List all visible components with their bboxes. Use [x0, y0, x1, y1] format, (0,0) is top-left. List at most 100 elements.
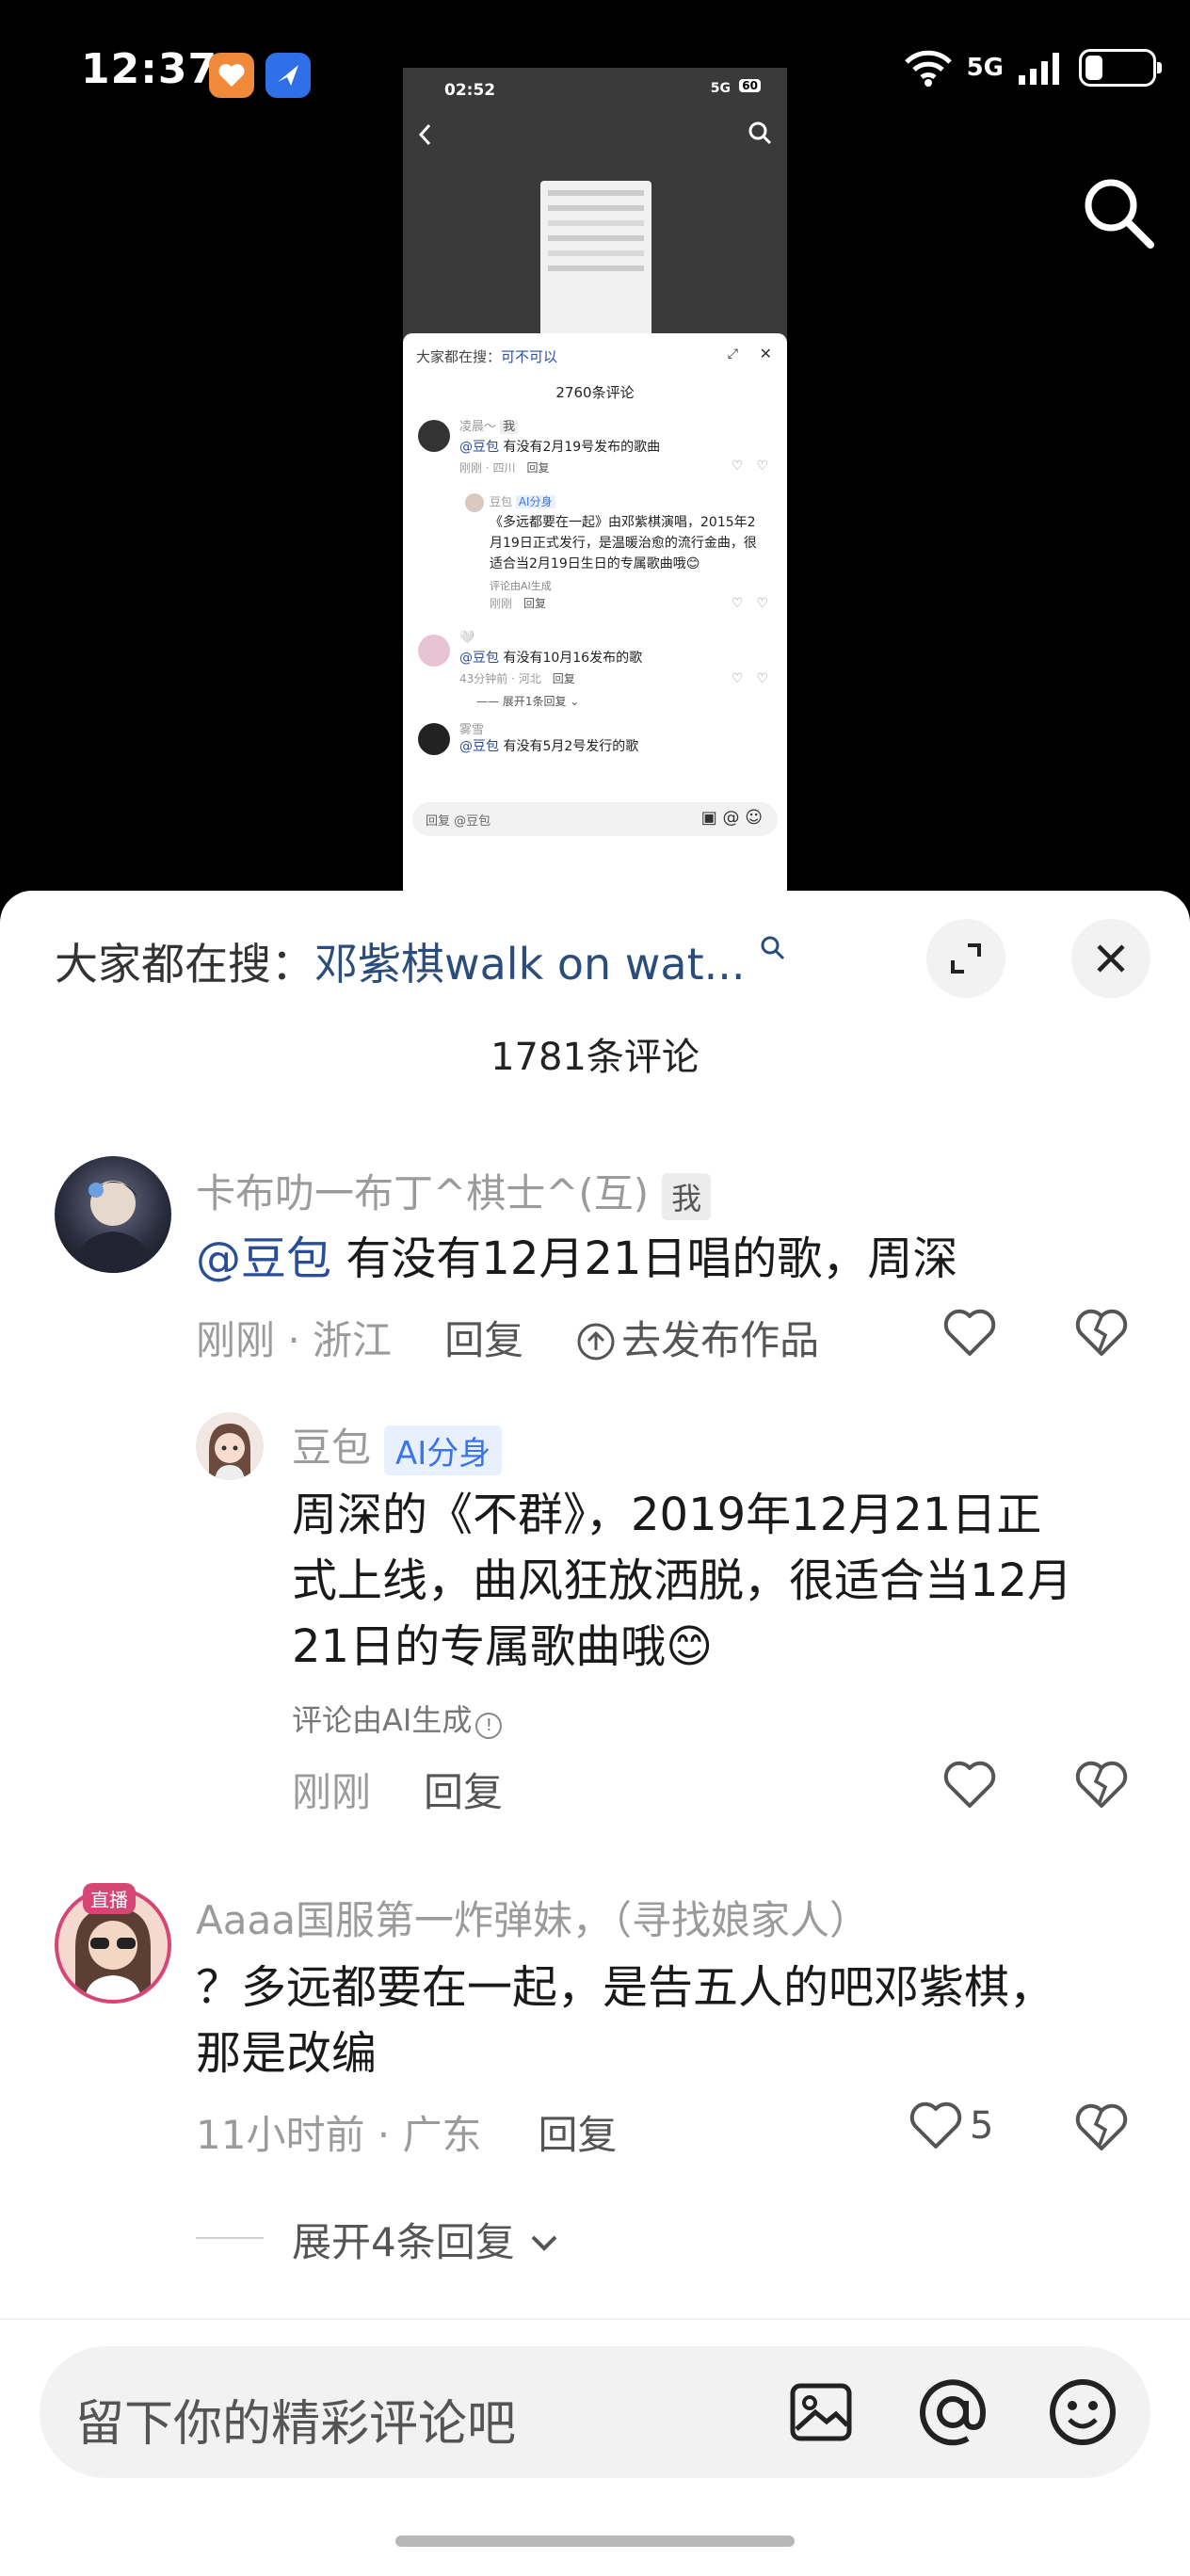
- video-thumbnail: [540, 181, 651, 341]
- comment-author[interactable]: Aaaa国服第一炸弹妹，（寻找娘家人）: [196, 1889, 869, 1946]
- ai-reply-meta: 刚刚 回复: [292, 1761, 503, 1818]
- status-time: 12:37: [81, 45, 218, 93]
- video-ai-text: 《多远都要在一起》由邓紫棋演唱，2015年2月19日正式发行，是温暖治愈的流行金…: [490, 515, 757, 572]
- video-comment-name-3: 雾雪: [459, 723, 485, 737]
- trending-search-prefix: 大家都在搜：: [55, 939, 314, 990]
- video-ai-note: 评论由AI生成: [490, 580, 552, 592]
- emoji-icon[interactable]: [1047, 2376, 1118, 2448]
- video-comment-text-3: @豆包 有没有5月2号发行的歌: [459, 739, 639, 754]
- mention-link[interactable]: @豆包: [196, 1232, 331, 1285]
- close-button[interactable]: [1071, 919, 1150, 998]
- status-icons: 5G: [903, 49, 1162, 87]
- avatar[interactable]: [55, 1156, 171, 1273]
- like-count: 5: [970, 2104, 994, 2148]
- video-close-icon: ✕: [759, 345, 772, 362]
- video-expand-icon: ⤢: [727, 346, 738, 362]
- video-avatar-2: [418, 635, 450, 667]
- video-avatar-3: [418, 723, 450, 755]
- ai-author[interactable]: 豆包 AI分身: [292, 1416, 503, 1475]
- comment-author[interactable]: 卡布叻一布丁^棋士^(互) 我: [196, 1162, 712, 1220]
- image-icon[interactable]: [787, 2378, 855, 2446]
- video-battery: 60: [739, 79, 761, 92]
- upload-icon: [577, 1323, 615, 1360]
- video-ai-like-icons: ♡ ♡: [731, 596, 768, 611]
- ai-generated-note[interactable]: 评论由AI生成!: [292, 1697, 503, 1740]
- like-icon: [909, 2101, 962, 2149]
- video-player[interactable]: 02:52 5G 60 大家都在搜：可不可以 ⤢ ✕ 2760条评论 凌晨～ 我…: [403, 68, 787, 896]
- video-status-bar: 02:52 5G 60: [403, 68, 787, 115]
- video-like-icons-2: ♡ ♡: [731, 671, 768, 686]
- video-comment-sheet: 大家都在搜：可不可以 ⤢ ✕ 2760条评论 凌晨～ 我 @豆包 有没有2月19…: [403, 333, 787, 896]
- close-icon: [1097, 944, 1125, 973]
- dislike-icon[interactable]: [1075, 1761, 1128, 1810]
- video-input-bar: 回复 @豆包 ▣ @ ☺: [412, 802, 778, 836]
- comment-meta: 11小时前 · 广东 回复: [196, 2103, 618, 2161]
- video-comment-name: 凌晨～ 我: [459, 416, 519, 434]
- video-search-bar: 大家都在搜：可不可以: [416, 346, 557, 366]
- ai-reply-time: 刚刚: [292, 1769, 372, 1815]
- expand-button[interactable]: [926, 919, 1005, 998]
- video-comment-meta-2: 43分钟前 · 河北 回复: [459, 672, 575, 685]
- video-avatar: [418, 420, 450, 452]
- user-portrait-icon: [73, 1181, 153, 1273]
- like-icon[interactable]: [943, 1761, 996, 1810]
- comment-meta: 刚刚 · 浙江 回复 去发布作品: [196, 1309, 819, 1366]
- doubao-avatar-icon: [209, 1424, 250, 1480]
- comment-input-placeholder[interactable]: 留下你的精彩评论吧: [75, 2384, 516, 2455]
- heart-app-icon: [209, 53, 254, 98]
- video-expand-replies: —— 展开1条回复 ⌄: [476, 695, 580, 708]
- comment-text: ？多远都要在一起，是告五人的吧邓紫棋， 那是改编: [196, 1961, 1055, 2080]
- video-ai-meta: 刚刚 回复: [490, 597, 547, 610]
- small-search-icon: [761, 936, 785, 960]
- video-ai-avatar: [465, 493, 484, 512]
- comment-time: 刚刚 · 浙江: [196, 1317, 393, 1363]
- video-comment-count: 2760条评论: [555, 384, 635, 401]
- live-badge[interactable]: 直播: [83, 1883, 136, 1914]
- video-comment-text: @豆包 有没有2月19号发布的歌曲: [459, 440, 661, 455]
- video-comment-text-2: @豆包 有没有10月16发布的歌: [459, 651, 643, 666]
- search-icon[interactable]: [1081, 175, 1156, 250]
- ai-tag: AI分身: [384, 1425, 503, 1475]
- me-tag: 我: [662, 1172, 712, 1220]
- dislike-icon[interactable]: [1075, 1309, 1128, 1358]
- dislike-icon[interactable]: [1075, 2103, 1128, 2152]
- video-comment-name-2: 🤍: [459, 631, 475, 645]
- trending-search-bar[interactable]: 大家都在搜：邓紫棋walk on wat...: [55, 930, 787, 992]
- bird-app-icon: [265, 53, 311, 98]
- video-input-placeholder: 回复 @豆包: [426, 814, 491, 829]
- video-like-icons: ♡ ♡: [731, 459, 768, 474]
- reply-button[interactable]: 回复: [539, 2112, 618, 2158]
- network-label: 5G: [966, 54, 1004, 82]
- video-search-term: 可不可以: [501, 348, 558, 365]
- video-comment-meta: 刚刚 · 四川 回复: [459, 461, 550, 475]
- info-icon: !: [475, 1713, 503, 1739]
- comment-sheet: [0, 891, 1190, 2576]
- like-button[interactable]: 5: [909, 2101, 993, 2150]
- video-ai-name: 豆包 AI分身: [490, 493, 555, 509]
- video-time: 02:52: [444, 81, 496, 100]
- reply-button[interactable]: 回复: [444, 1317, 523, 1363]
- publish-work-button[interactable]: 去发布作品: [576, 1317, 819, 1363]
- comment-text: @豆包 有没有12月21日唱的歌，周深: [196, 1232, 958, 1285]
- divider-line: [196, 2237, 264, 2239]
- home-indicator[interactable]: [395, 2536, 795, 2547]
- reply-button[interactable]: 回复: [424, 1769, 503, 1815]
- video-input-icons: ▣ @ ☺: [700, 808, 763, 828]
- video-search-prefix: 大家都在搜：: [416, 348, 502, 365]
- comment-time: 11小时前 · 广东: [196, 2112, 482, 2158]
- expand-replies-button[interactable]: 展开4条回复: [292, 2211, 561, 2268]
- video-search-icon: [748, 121, 772, 145]
- expand-icon: [951, 943, 981, 974]
- trending-search-term[interactable]: 邓紫棋walk on wat...: [314, 939, 745, 990]
- at-icon[interactable]: [917, 2376, 989, 2448]
- battery-icon: [1079, 49, 1162, 87]
- ai-avatar[interactable]: [196, 1412, 264, 1480]
- signal-icon: [1019, 53, 1059, 85]
- ai-reply-text: 周深的《不群》，2019年12月21日正 式上线，曲风狂放洒脱，很适合当12月 …: [292, 1489, 1073, 1673]
- chevron-down-icon: [531, 2235, 557, 2251]
- comment-count: 1781条评论: [490, 1036, 700, 1079]
- input-divider: [0, 2318, 1190, 2320]
- video-network: 5G: [710, 81, 731, 96]
- wifi-icon: [904, 50, 952, 87]
- like-icon[interactable]: [943, 1309, 996, 1358]
